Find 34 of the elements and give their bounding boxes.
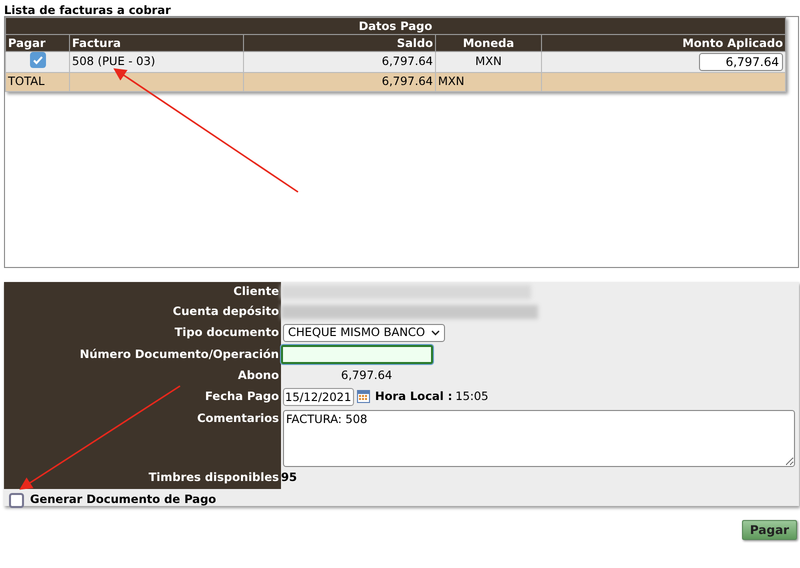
check-icon xyxy=(32,54,44,66)
chevron-icon xyxy=(431,330,440,336)
time-label: Hora Local : xyxy=(375,388,452,405)
stamps-count: 95 xyxy=(281,468,298,486)
column-header: Factura xyxy=(70,34,244,52)
date-input[interactable]: 15/12/2021 xyxy=(283,388,354,406)
table-cell: MXN xyxy=(436,72,542,92)
field-label: Abono xyxy=(4,365,281,386)
amount-value: 6,797.64 xyxy=(341,366,392,384)
table-cell: 6,797.64 xyxy=(244,72,436,92)
time-value: 15:05 xyxy=(455,388,488,405)
checkbox-label: Generar Documento de Pago xyxy=(30,491,216,508)
document-type-select[interactable]: CHEQUE MISMO BANCO xyxy=(283,324,445,342)
document-number-input[interactable] xyxy=(281,345,433,364)
field-label: Cliente xyxy=(4,282,281,301)
field-label: Comentarios xyxy=(197,410,280,427)
column-header: Saldo xyxy=(244,34,436,52)
column-header: Pagar xyxy=(6,34,70,52)
field-label: Número Documento/Operación xyxy=(4,344,281,365)
checkbox[interactable] xyxy=(30,52,46,68)
calendar-icon[interactable] xyxy=(357,390,370,403)
field-label: Timbres disponibles xyxy=(4,466,281,489)
field-label: Fecha Pago xyxy=(4,386,281,407)
table-group-header: Datos Pago xyxy=(6,18,786,34)
checkbox[interactable] xyxy=(9,492,24,508)
comments-textarea[interactable]: FACTURA: 508 xyxy=(283,410,795,467)
table-cell: TOTAL xyxy=(6,72,70,92)
column-header: Monto Aplicado xyxy=(542,34,786,52)
section-title: Lista de facturas a cobrar xyxy=(4,2,171,19)
amount-input[interactable]: 6,797.64 xyxy=(699,52,783,71)
pay-button[interactable]: Pagar xyxy=(742,520,797,540)
column-header: Moneda xyxy=(436,34,542,52)
field-label: Tipo documento xyxy=(4,322,281,344)
field-label: Cuenta depósito xyxy=(4,301,281,322)
